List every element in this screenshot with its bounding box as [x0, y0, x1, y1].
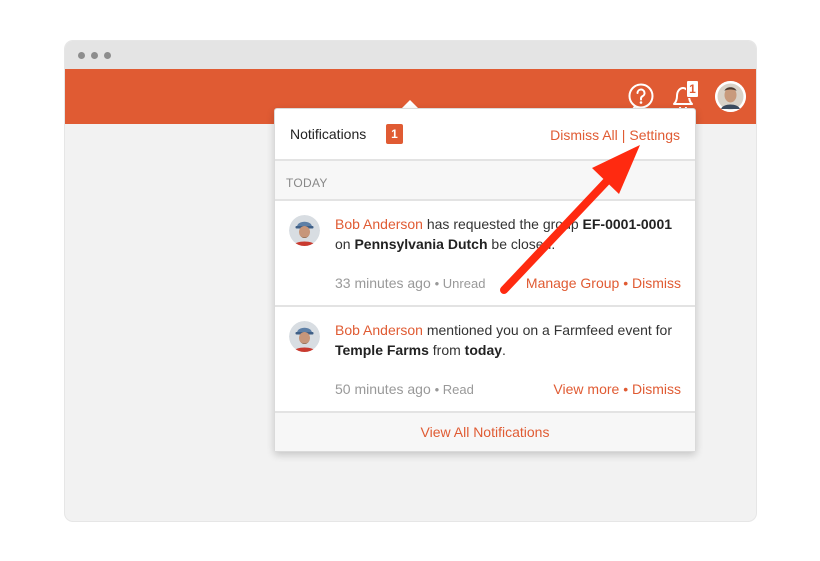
callout-arrow-icon — [500, 145, 640, 294]
